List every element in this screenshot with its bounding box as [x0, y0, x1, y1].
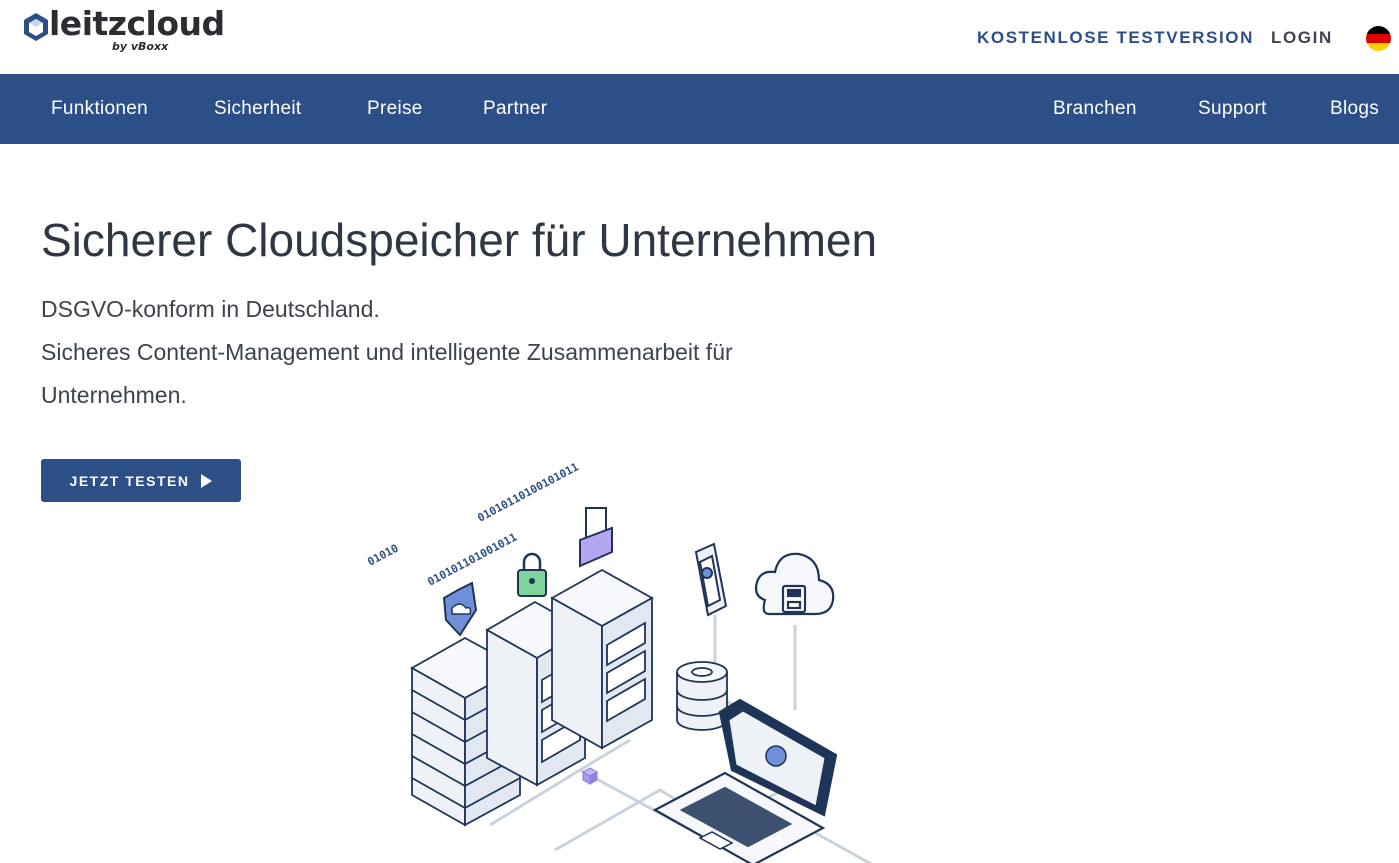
german-flag-icon[interactable] [1366, 26, 1391, 51]
nav-item-branchen[interactable]: Branchen [1053, 98, 1137, 120]
brand-logo[interactable]: leitzcloud by vBoxx [20, 4, 235, 60]
padlock-icon [517, 552, 547, 597]
nav-item-sicherheit[interactable]: Sicherheit [214, 98, 302, 120]
nav-item-preise[interactable]: Preise [367, 98, 423, 120]
cloud-infrastructure-illustration: 01010 01010110100101011 010101101001011 [365, 460, 873, 863]
nav-item-blogs[interactable]: Blogs [1330, 98, 1379, 120]
flag-stripe-black [1366, 26, 1391, 35]
free-trial-link[interactable]: KOSTENLOSE TESTVERSION [977, 28, 1254, 48]
try-now-label: JETZT TESTEN [69, 472, 190, 489]
login-link[interactable]: LOGIN [1271, 28, 1333, 48]
flag-stripe-gold [1366, 42, 1391, 51]
brand-byline: by vBoxx [112, 40, 169, 53]
tall-server-stack [550, 568, 654, 750]
hero-subtitle: DSGVO-konform in Deutschland. Sicheres C… [41, 288, 733, 417]
try-now-button[interactable]: JETZT TESTEN [41, 459, 241, 502]
top-bar: leitzcloud by vBoxx KOSTENLOSE TESTVERSI… [0, 0, 1399, 74]
database-icon [676, 661, 728, 731]
document-folder-icon [579, 507, 613, 568]
binary-text: 01010 [365, 542, 400, 569]
brand-wordmark: leitzcloud [49, 4, 225, 43]
small-cube-icon [581, 767, 599, 785]
hexagon-cube-logo-icon [24, 13, 48, 41]
binary-text: 01010110100101011 [475, 460, 581, 525]
nav-item-funktionen[interactable]: Funktionen [51, 98, 148, 120]
hero-subtitle-line: Unternehmen. [41, 382, 187, 408]
shield-icon [442, 581, 478, 637]
play-triangle-icon [201, 473, 213, 488]
cloud-icon [754, 552, 835, 616]
nav-item-partner[interactable]: Partner [483, 98, 547, 120]
hero-subtitle-line: DSGVO-konform in Deutschland. [41, 296, 380, 322]
main-nav: Funktionen Sicherheit Preise Partner Bra… [0, 74, 1399, 144]
hero-subtitle-line: Sicheres Content-Management und intellig… [41, 339, 733, 365]
hero-title: Sicherer Cloudspeicher für Unternehmen [41, 214, 878, 266]
nav-item-support[interactable]: Support [1198, 98, 1267, 120]
smartphone-icon [694, 542, 728, 617]
flag-stripe-red [1366, 34, 1391, 43]
binary-text: 010101101001011 [425, 530, 519, 588]
